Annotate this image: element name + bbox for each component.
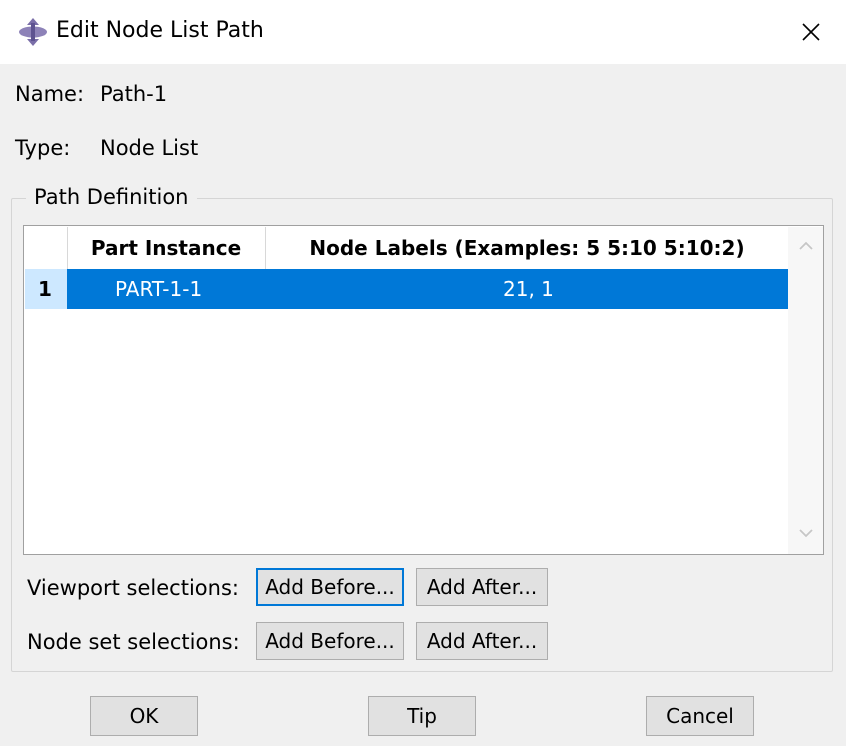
- window-title: Edit Node List Path: [56, 18, 264, 43]
- node-set-selections-label: Node set selections:: [27, 630, 240, 654]
- viewport-add-after-button[interactable]: Add After...: [416, 568, 548, 606]
- table-corner-header: [25, 227, 68, 269]
- path-definition-title: Path Definition: [26, 185, 197, 209]
- part-instance-cell[interactable]: PART-1-1: [115, 269, 202, 309]
- type-value: Node List: [100, 136, 199, 160]
- cancel-button[interactable]: Cancel: [646, 696, 754, 736]
- vertical-scrollbar[interactable]: [788, 227, 823, 554]
- column-header-node-labels[interactable]: Node Labels (Examples: 5 5:10 5:10:2): [266, 227, 788, 269]
- column-header-part-instance[interactable]: Part Instance: [67, 227, 266, 269]
- path-table[interactable]: Part Instance Node Labels (Examples: 5 5…: [23, 225, 824, 555]
- viewport-selections-label: Viewport selections:: [27, 576, 239, 600]
- node-labels-cell[interactable]: 21, 1: [503, 269, 554, 309]
- tip-button[interactable]: Tip: [368, 696, 476, 736]
- close-icon[interactable]: [790, 12, 832, 52]
- name-label: Name:: [15, 82, 85, 106]
- table-row[interactable]: 1 PART-1-1 21, 1: [25, 269, 788, 309]
- title-bar: Edit Node List Path: [0, 0, 846, 64]
- type-label: Type:: [15, 136, 71, 160]
- viewport-add-before-button[interactable]: Add Before...: [256, 568, 404, 606]
- row-number[interactable]: 1: [25, 269, 67, 309]
- ok-button[interactable]: OK: [90, 696, 198, 736]
- selected-row-highlight: PART-1-1 21, 1: [67, 269, 788, 309]
- nodeset-add-after-button[interactable]: Add After...: [416, 622, 548, 660]
- nodeset-add-before-button[interactable]: Add Before...: [256, 622, 404, 660]
- name-value: Path-1: [100, 82, 168, 106]
- scroll-up-icon[interactable]: [797, 237, 815, 255]
- app-icon: [19, 18, 47, 46]
- scroll-down-icon[interactable]: [797, 524, 815, 542]
